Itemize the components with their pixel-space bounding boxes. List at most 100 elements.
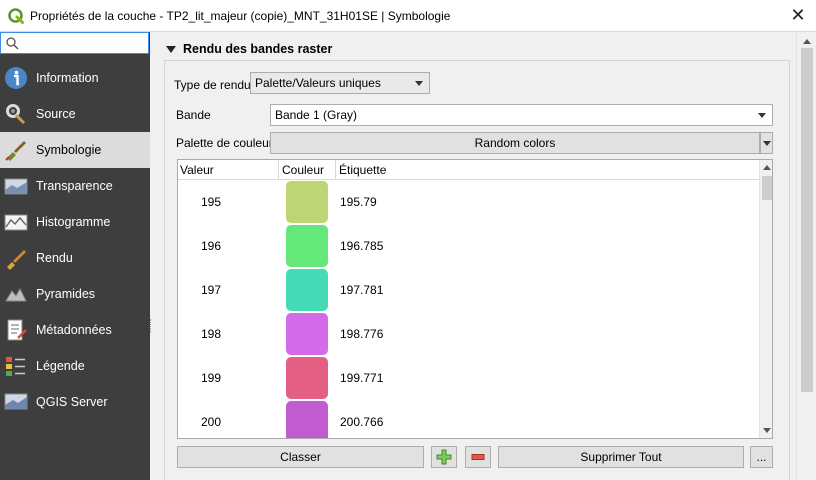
chevron-down-icon (758, 113, 766, 118)
sidebar-item-histogram[interactable]: Histogramme (0, 204, 150, 240)
row-value[interactable]: 199 (201, 371, 221, 385)
chevron-down-icon (762, 140, 771, 146)
palette-value: Random colors (474, 136, 556, 150)
classify-label: Classer (280, 450, 321, 464)
chevron-down-icon (415, 81, 423, 86)
color-swatch[interactable] (286, 313, 328, 355)
header-color[interactable]: Couleur (282, 163, 324, 177)
information-icon (4, 66, 28, 90)
palette-dropdown-button[interactable] (760, 132, 773, 154)
table-row[interactable]: 199 199.771 (178, 356, 759, 400)
color-swatch[interactable] (286, 401, 328, 438)
render-type-label: Type de rendu (174, 78, 251, 92)
classes-table[interactable]: Valeur Couleur Étiquette 195 195.79 196 196… (177, 159, 773, 439)
search-box[interactable] (0, 32, 149, 54)
color-swatch[interactable] (286, 269, 328, 311)
remove-icon (471, 454, 485, 460)
band-label: Bande (176, 108, 211, 122)
more-label: ... (756, 450, 767, 464)
search-icon (6, 36, 19, 50)
search-input[interactable] (24, 36, 144, 50)
qgis-logo-icon (8, 7, 24, 24)
title-bar: Propriétés de la couche - TP2_lit_majeur… (0, 0, 816, 32)
band-select[interactable]: Bande 1 (Gray) (270, 104, 773, 126)
delete-all-button[interactable]: Supprimer Tout (498, 446, 744, 468)
sidebar-item-label: Pyramides (36, 287, 96, 301)
color-swatch[interactable] (286, 225, 328, 267)
header-value[interactable]: Valeur (180, 163, 214, 177)
scroll-thumb[interactable] (762, 176, 772, 200)
rendering-icon (4, 246, 28, 270)
symbology-icon (4, 138, 28, 162)
table-row[interactable]: 198 198.776 (178, 312, 759, 356)
row-value[interactable]: 198 (201, 327, 221, 341)
row-label[interactable]: 196.785 (340, 239, 383, 253)
row-label[interactable]: 198.776 (340, 327, 383, 341)
table-scrollbar[interactable] (759, 160, 772, 438)
sidebar-item-rendering[interactable]: Rendu (0, 240, 150, 276)
page-scrollbar[interactable] (796, 32, 816, 480)
sidebar-nav: Information Source Symbologie Transparen… (0, 60, 150, 420)
row-value[interactable]: 195 (201, 195, 221, 209)
remove-class-button[interactable] (465, 446, 491, 468)
table-row[interactable]: 200 200.766 (178, 400, 759, 438)
sidebar-item-legend[interactable]: Légende (0, 348, 150, 384)
band-value: Bande 1 (Gray) (275, 108, 358, 122)
splitter-handle[interactable] (150, 32, 158, 480)
sidebar-item-label: Information (36, 71, 99, 85)
table-header: Valeur Couleur Étiquette (178, 160, 759, 180)
palette-button[interactable]: Random colors (270, 132, 760, 154)
scroll-up-icon[interactable] (763, 165, 771, 170)
sidebar-item-pyramids[interactable]: Pyramides (0, 276, 150, 312)
source-icon (4, 102, 28, 126)
table-body: 195 195.79 196 196.785 197 197.781 198 198.776 1… (178, 180, 759, 438)
sidebar-item-label: Métadonnées (36, 323, 112, 337)
sidebar-item-label: Rendu (36, 251, 73, 265)
close-icon[interactable]: ✕ (788, 6, 808, 26)
classify-button[interactable]: Classer (177, 446, 424, 468)
sidebar-item-information[interactable]: Information (0, 60, 150, 96)
sidebar-item-label: Légende (36, 359, 85, 373)
scroll-thumb[interactable] (801, 48, 813, 392)
row-value[interactable]: 197 (201, 283, 221, 297)
row-label[interactable]: 197.781 (340, 283, 383, 297)
row-label[interactable]: 200.766 (340, 415, 383, 429)
collapse-triangle-icon[interactable] (166, 45, 176, 53)
palette-label: Palette de couleur (176, 136, 273, 150)
scroll-up-icon[interactable] (803, 39, 811, 44)
render-type-value: Palette/Valeurs uniques (255, 76, 381, 90)
qgis-server-icon (4, 390, 28, 414)
sidebar-item-label: Source (36, 107, 76, 121)
render-type-select[interactable]: Palette/Valeurs uniques (250, 72, 430, 94)
legend-icon (4, 354, 28, 378)
section-title: Rendu des bandes raster (183, 42, 333, 56)
header-label[interactable]: Étiquette (339, 163, 386, 177)
row-value[interactable]: 200 (201, 415, 221, 429)
transparency-icon (4, 174, 28, 198)
table-row[interactable]: 195 195.79 (178, 180, 759, 224)
sidebar-item-metadata[interactable]: Métadonnées (0, 312, 150, 348)
sidebar-item-label: Symbologie (36, 143, 102, 157)
row-value[interactable]: 196 (201, 239, 221, 253)
sidebar-item-symbology[interactable]: Symbologie (0, 132, 150, 168)
histogram-icon (4, 210, 28, 234)
row-label[interactable]: 195.79 (340, 195, 377, 209)
more-options-button[interactable]: ... (750, 446, 773, 468)
sidebar-item-label: Transparence (36, 179, 113, 193)
color-swatch[interactable] (286, 357, 328, 399)
section-header[interactable]: Rendu des bandes raster (166, 42, 332, 56)
scroll-down-icon[interactable] (763, 428, 771, 433)
add-icon (436, 449, 452, 465)
color-swatch[interactable] (286, 181, 328, 223)
table-row[interactable]: 197 197.781 (178, 268, 759, 312)
table-row[interactable]: 196 196.785 (178, 224, 759, 268)
sidebar-item-label: Histogramme (36, 215, 111, 229)
sidebar-item-source[interactable]: Source (0, 96, 150, 132)
delete-all-label: Supprimer Tout (580, 450, 662, 464)
sidebar-item-label: QGIS Server (36, 395, 108, 409)
metadata-icon (4, 318, 28, 342)
add-class-button[interactable] (431, 446, 457, 468)
row-label[interactable]: 199.771 (340, 371, 383, 385)
sidebar-item-transparency[interactable]: Transparence (0, 168, 150, 204)
sidebar-item-qgis-server[interactable]: QGIS Server (0, 384, 150, 420)
